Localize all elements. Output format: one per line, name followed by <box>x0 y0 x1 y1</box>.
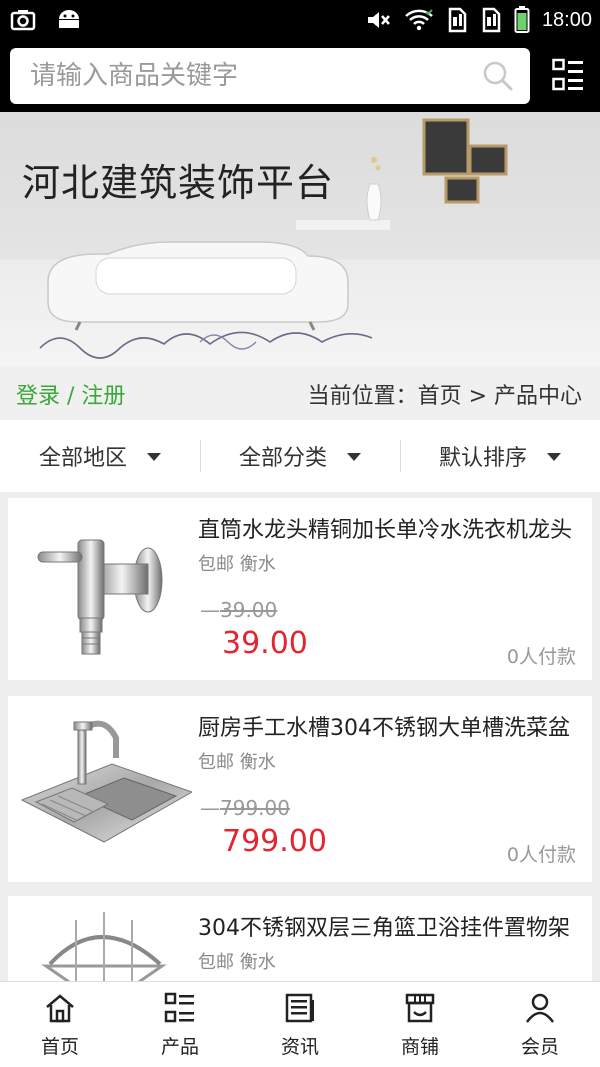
category-menu-icon[interactable] <box>552 58 584 92</box>
hero-banner[interactable]: 河北建筑装饰平台 <box>0 112 600 366</box>
nav-shop[interactable]: 商铺 <box>360 982 480 1067</box>
dropdown-caret-icon <box>347 453 361 461</box>
top-header <box>0 40 600 112</box>
kitchen-sink-image <box>20 720 192 843</box>
nav-products[interactable]: 产品 <box>120 982 240 1067</box>
sales-count: 0人付款 <box>506 844 576 866</box>
sim2-signal-icon <box>482 7 501 33</box>
original-price: —799.00 <box>200 796 290 820</box>
location-bar: 登录 / 注册 当前位置：首页 > 产品中心 <box>0 366 600 420</box>
member-icon <box>525 993 555 1023</box>
bottom-nav: 首页 产品 资讯 商铺 会员 <box>0 981 600 1067</box>
current-price: 799.00 <box>222 824 327 859</box>
product-title[interactable]: 304不锈钢双层三角篮卫浴挂件置物架 <box>198 910 578 942</box>
product-title[interactable]: 直筒水龙头精铜加长单冷水洗衣机龙头 <box>198 512 578 544</box>
filter-region[interactable]: 全部地区 <box>0 420 200 492</box>
product-card[interactable]: 304不锈钢双层三角篮卫浴挂件置物架 包邮 衡水 <box>8 896 592 982</box>
nav-news[interactable]: 资讯 <box>240 982 360 1067</box>
nav-news-label: 资讯 <box>280 1036 319 1058</box>
nav-home[interactable]: 首页 <box>0 982 120 1067</box>
screenshot-icon <box>10 10 36 31</box>
product-card[interactable]: 厨房手工水槽304不锈钢大单槽洗菜盆 包邮 衡水 —799.00 799.00 … <box>8 696 592 882</box>
filter-bar: 全部地区 全部分类 默认排序 <box>0 420 600 492</box>
nav-member[interactable]: 会员 <box>480 982 600 1067</box>
search-box[interactable] <box>10 48 530 104</box>
search-icon[interactable] <box>482 60 514 92</box>
corner-rack-image <box>41 912 167 982</box>
dropdown-caret-icon <box>547 453 561 461</box>
sim1-signal-icon <box>448 7 467 33</box>
breadcrumb: 当前位置：首页 > 产品中心 <box>307 384 582 409</box>
nav-shop-label: 商铺 <box>400 1036 439 1058</box>
filter-region-label: 全部地区 <box>38 446 127 471</box>
filter-category-label: 全部分类 <box>238 446 327 471</box>
original-price: —39.00 <box>200 598 278 622</box>
banner-title: 河北建筑装饰平台 <box>22 161 335 205</box>
nav-products-label: 产品 <box>160 1036 199 1058</box>
filter-category[interactable]: 全部分类 <box>200 420 400 492</box>
faucet-image <box>37 539 163 655</box>
dropdown-caret-icon <box>147 453 161 461</box>
product-grid-icon <box>164 992 194 1023</box>
sales-count: 0人付款 <box>506 646 576 668</box>
product-title[interactable]: 厨房手工水槽304不锈钢大单槽洗菜盆 <box>198 710 578 742</box>
android-icon <box>59 10 79 28</box>
nav-member-label: 会员 <box>520 1036 559 1058</box>
battery-icon <box>514 6 530 33</box>
search-input[interactable] <box>10 48 470 104</box>
clock: 18:00 <box>541 8 592 31</box>
current-price: 39.00 <box>222 626 308 661</box>
nav-home-label: 首页 <box>40 1036 79 1058</box>
home-icon <box>46 994 74 1023</box>
product-meta: 包邮 衡水 <box>198 952 276 973</box>
banner-illustration <box>39 118 508 359</box>
product-meta: 包邮 衡水 <box>198 554 276 575</box>
product-meta: 包邮 衡水 <box>198 752 276 773</box>
login-register-link[interactable]: 登录 / 注册 <box>16 378 125 410</box>
product-card[interactable]: 直筒水龙头精铜加长单冷水洗衣机龙头 包邮 衡水 —39.00 39.00 0人付… <box>8 498 592 680</box>
wifi-icon <box>405 9 433 31</box>
filter-sort[interactable]: 默认排序 <box>400 420 600 492</box>
mute-icon <box>367 12 390 28</box>
shop-icon <box>405 993 435 1023</box>
status-bar: 18:00 <box>0 0 600 40</box>
filter-sort-label: 默认排序 <box>438 446 527 471</box>
news-icon <box>285 993 314 1023</box>
